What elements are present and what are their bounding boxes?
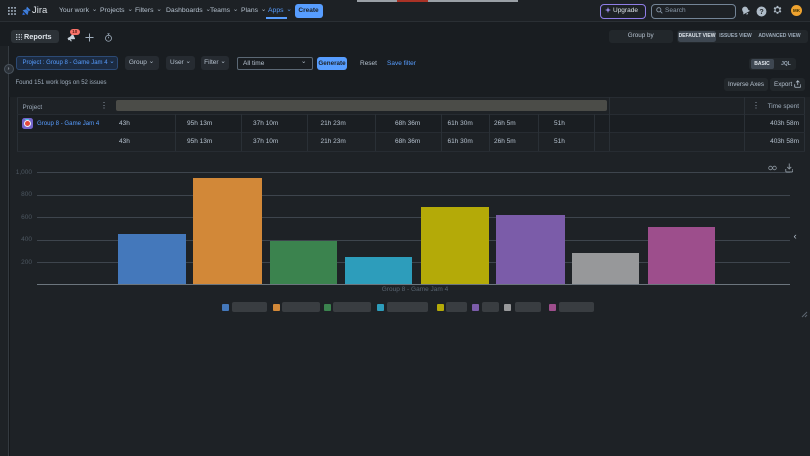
svg-text:?: ? [759, 8, 763, 16]
